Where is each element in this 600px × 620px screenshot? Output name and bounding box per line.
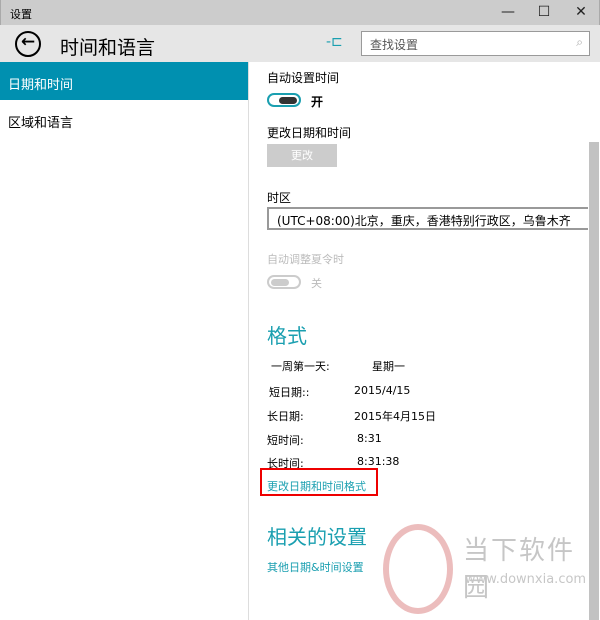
- sidebar-item-region-language[interactable]: 区域和语言: [0, 100, 248, 138]
- related-settings-heading: 相关的设置: [267, 525, 367, 549]
- search-icon: ⌕: [576, 35, 583, 49]
- back-arrow-icon[interactable]: ←: [15, 31, 41, 57]
- format-value: 2015/4/15: [354, 384, 411, 397]
- sidebar: 日期和时间 区域和语言: [0, 62, 249, 620]
- timezone-select[interactable]: (UTC+08:00)北京，重庆，香港特别行政区，乌鲁木齐: [267, 207, 589, 230]
- dst-toggle[interactable]: [267, 275, 301, 289]
- format-key: 长日期:: [267, 410, 304, 423]
- page-title: 时间和语言: [60, 37, 156, 59]
- auto-time-toggle[interactable]: [267, 93, 301, 107]
- watermark-name: 当下软件园: [463, 536, 576, 603]
- search-input[interactable]: 查找设置 ⌕: [361, 31, 590, 56]
- page-header: ← 时间和语言 -⊏ 查找设置 ⌕: [0, 25, 600, 62]
- close-button[interactable]: ✕: [558, 0, 600, 25]
- format-value: 2015年4月15日: [354, 410, 436, 423]
- format-key: 短时间:: [267, 434, 304, 447]
- format-key: 短日期::: [269, 386, 310, 399]
- auto-time-state: 开: [311, 95, 324, 109]
- format-key: 一周第一天:: [271, 360, 330, 373]
- title-bar: 设置 — ☐ ✕: [0, 0, 600, 25]
- search-placeholder: 查找设置: [370, 38, 419, 52]
- format-value: 8:31:38: [357, 455, 400, 468]
- dst-state: 关: [311, 277, 322, 290]
- watermark-logo: 当下软件园 www.downxia.com: [375, 520, 600, 620]
- sidebar-item-date-time[interactable]: 日期和时间: [0, 62, 248, 100]
- format-heading: 格式: [267, 324, 307, 348]
- format-value: 星期一: [372, 360, 405, 373]
- change-datetime-label: 更改日期和时间: [267, 126, 352, 140]
- watermark-url: www.downxia.com: [465, 572, 587, 587]
- format-value: 8:31: [357, 432, 382, 445]
- highlight-box: [260, 468, 378, 496]
- window-title: 设置: [10, 8, 32, 21]
- other-datetime-settings-link[interactable]: 其他日期&时间设置: [267, 559, 364, 575]
- dst-label: 自动调整夏令时: [267, 253, 344, 266]
- pin-icon[interactable]: -⊏: [326, 34, 343, 50]
- auto-time-label: 自动设置时间: [267, 71, 340, 85]
- change-button[interactable]: 更改: [267, 144, 337, 167]
- timezone-label: 时区: [267, 191, 292, 205]
